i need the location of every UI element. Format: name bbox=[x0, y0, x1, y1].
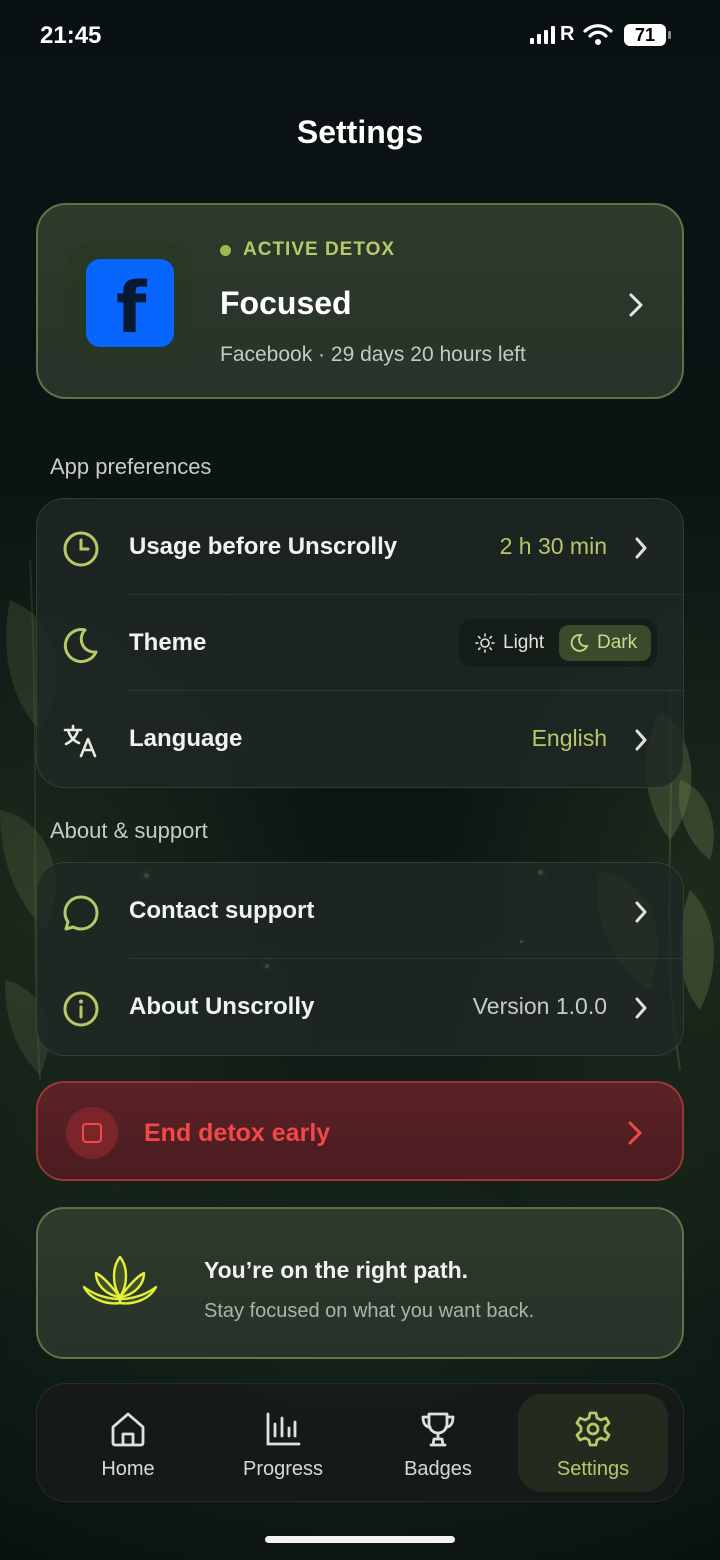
home-indicator[interactable] bbox=[265, 1536, 455, 1543]
motto-subtitle: Stay focused on what you want back. bbox=[204, 1300, 535, 1322]
wifi-icon bbox=[583, 24, 613, 45]
theme-dark-option[interactable]: Dark bbox=[559, 625, 651, 661]
page-title: Settings bbox=[296, 114, 424, 150]
usage-before-unscrolly-row[interactable]: Usage before Unscrolly 2 h 30 min bbox=[37, 499, 683, 595]
about-unscrolly-row[interactable]: About Unscrolly Version 1.0.0 bbox=[37, 959, 683, 1055]
contact-support-row[interactable]: Contact support bbox=[37, 863, 683, 959]
app-icon-tile: f bbox=[66, 241, 192, 365]
detox-title: Focused bbox=[220, 285, 352, 321]
nav-settings[interactable]: Settings bbox=[518, 1394, 668, 1492]
nav-progress[interactable]: Progress bbox=[208, 1394, 358, 1492]
contact-support-label: Contact support bbox=[129, 897, 315, 924]
theme-light-label: Light bbox=[503, 632, 545, 653]
language-row[interactable]: Language English bbox=[37, 691, 683, 787]
chevron-right-icon bbox=[635, 997, 647, 1019]
active-detox-card[interactable]: f ACTIVE DETOX Focused Facebook · 29 day… bbox=[36, 203, 684, 399]
end-detox-button[interactable]: End detox early bbox=[36, 1081, 684, 1181]
end-detox-label: End detox early bbox=[144, 1119, 331, 1147]
motivation-card: You’re on the right path. Stay focused o… bbox=[36, 1207, 684, 1359]
clock-icon bbox=[63, 531, 99, 567]
motto-title: You’re on the right path. bbox=[204, 1257, 469, 1283]
detox-subtitle: Facebook · 29 days 20 hours left bbox=[220, 343, 526, 366]
info-icon bbox=[63, 991, 99, 1027]
nav-home[interactable]: Home bbox=[53, 1394, 203, 1492]
section-title-support: About & support bbox=[50, 818, 208, 843]
language-value: English bbox=[531, 725, 607, 751]
translate-icon bbox=[63, 724, 97, 758]
nav-progress-label: Progress bbox=[242, 1458, 324, 1480]
section-title-preferences: App preferences bbox=[50, 454, 212, 479]
theme-dark-label: Dark bbox=[597, 632, 638, 653]
detox-status-label: ACTIVE DETOX bbox=[243, 239, 396, 260]
theme-row: Theme Light Dark bbox=[37, 595, 683, 691]
moon-small-icon bbox=[570, 634, 589, 652]
chat-bubble-icon bbox=[63, 895, 99, 931]
preferences-group: Usage before Unscrolly 2 h 30 min Theme … bbox=[36, 498, 684, 788]
battery-indicator: 71 bbox=[624, 24, 671, 46]
gear-icon bbox=[575, 1411, 611, 1447]
nav-badges-label: Badges bbox=[404, 1458, 472, 1480]
theme-toggle: Light Dark bbox=[459, 619, 657, 667]
chevron-right-icon bbox=[628, 1121, 642, 1145]
language-label: Language bbox=[129, 725, 243, 752]
status-time: 21:45 bbox=[40, 22, 102, 49]
lotus-icon bbox=[82, 1255, 158, 1305]
bar-chart-icon bbox=[266, 1412, 301, 1446]
moon-icon bbox=[63, 628, 98, 664]
nav-badges[interactable]: Badges bbox=[363, 1394, 513, 1492]
stop-icon bbox=[66, 1107, 118, 1159]
signal-icon: R bbox=[530, 24, 574, 44]
sun-icon bbox=[475, 633, 495, 653]
detox-status: ACTIVE DETOX bbox=[220, 239, 395, 261]
chevron-right-icon bbox=[635, 729, 647, 751]
facebook-icon: f bbox=[86, 259, 174, 347]
version-value: Version 1.0.0 bbox=[472, 993, 607, 1019]
signal-label: R bbox=[560, 23, 575, 45]
chevron-right-icon bbox=[635, 537, 647, 559]
bottom-navigation: Home Progress Badges Settings bbox=[36, 1383, 684, 1502]
theme-label: Theme bbox=[129, 629, 207, 656]
chevron-right-icon bbox=[635, 901, 647, 923]
home-icon bbox=[111, 1412, 145, 1447]
support-group: Contact support About Unscrolly Version … bbox=[36, 862, 684, 1056]
nav-settings-label: Settings bbox=[556, 1458, 630, 1480]
usage-value: 2 h 30 min bbox=[499, 533, 607, 559]
status-dot-icon bbox=[220, 244, 231, 256]
about-label: About Unscrolly bbox=[129, 993, 315, 1020]
usage-label: Usage before Unscrolly bbox=[129, 533, 398, 560]
theme-light-option[interactable]: Light bbox=[465, 625, 554, 661]
chevron-right-icon bbox=[629, 293, 643, 317]
trophy-icon bbox=[421, 1412, 455, 1447]
nav-home-label: Home bbox=[101, 1458, 155, 1480]
status-bar: 21:45 R 71 bbox=[0, 0, 720, 72]
